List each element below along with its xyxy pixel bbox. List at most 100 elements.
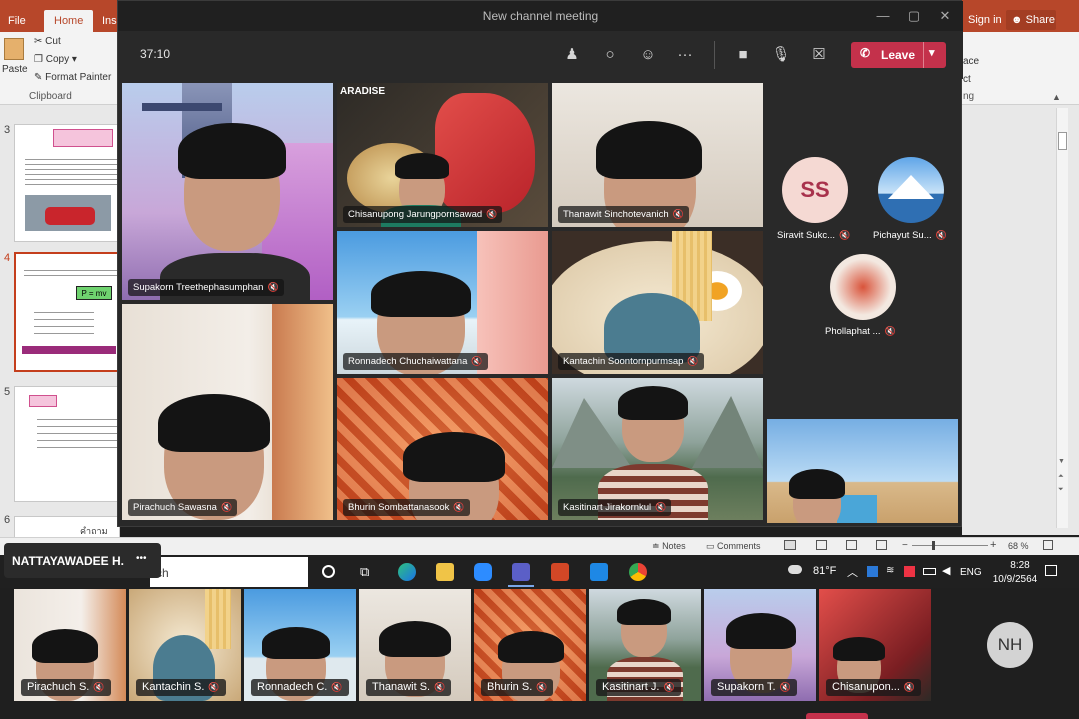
- participant-thumbnail[interactable]: Pirachuch S. 🔇: [14, 589, 126, 701]
- zoom-app-icon[interactable]: [474, 563, 492, 581]
- normal-view-icon[interactable]: [784, 540, 796, 550]
- whiteboard-app-icon[interactable]: [590, 563, 608, 581]
- video-tile[interactable]: Bhurin Sombattanasook 🔇: [337, 378, 548, 520]
- format-painter-button[interactable]: ✎ Format Painter: [34, 72, 111, 83]
- clock-time[interactable]: 8:28: [1000, 560, 1040, 571]
- minimize-icon[interactable]: —: [868, 1, 898, 31]
- tab-file[interactable]: File: [8, 10, 26, 32]
- avatar-photo[interactable]: [878, 157, 944, 223]
- self-avatar[interactable]: NH: [987, 622, 1033, 668]
- participant-thumbnail[interactable]: Bhurin S. 🔇: [474, 589, 586, 701]
- slide-thumbnail-5[interactable]: [14, 386, 120, 502]
- collapse-ribbon-icon[interactable]: ▲: [1052, 92, 1061, 102]
- zoom-in-icon[interactable]: +: [990, 539, 996, 551]
- antivirus-tray-icon[interactable]: [904, 566, 915, 577]
- participant-thumbnail[interactable]: Ronnadech C. 🔇: [244, 589, 356, 701]
- participant-name: Pirachuch S. 🔇: [21, 679, 111, 696]
- comments-button[interactable]: ▭ Comments: [706, 541, 761, 552]
- meeting-controls: [118, 31, 963, 79]
- cut-button[interactable]: ✂ Cut: [34, 36, 61, 47]
- ppt-status-bar: [0, 537, 1079, 555]
- taskbar-search-box[interactable]: ch: [150, 557, 308, 587]
- paste-icon[interactable]: [4, 38, 24, 60]
- chrome-icon[interactable]: [629, 563, 647, 581]
- reactions-icon[interactable]: ☺: [637, 45, 659, 65]
- zoom-level[interactable]: 68 %: [1008, 541, 1029, 551]
- avatar[interactable]: SS: [782, 157, 848, 223]
- slide-number: 3: [4, 124, 11, 136]
- task-view-icon[interactable]: ⧉: [360, 564, 369, 580]
- close-icon[interactable]: ✕: [930, 1, 960, 31]
- slide-sorter-icon[interactable]: [816, 540, 827, 550]
- cortana-icon[interactable]: [322, 565, 335, 578]
- video-tile[interactable]: Thanawit Sinchotevanich 🔇: [552, 83, 763, 227]
- slide-thumbnail-3[interactable]: [14, 124, 120, 242]
- language-indicator[interactable]: ENG: [960, 567, 982, 578]
- clock-date[interactable]: 10/9/2564: [990, 574, 1040, 585]
- participant-name: Kantachin Soontornpurmsap 🔇: [558, 353, 704, 370]
- video-tile[interactable]: Ronnadech Chuchaiwattana 🔇: [337, 231, 548, 374]
- participant-thumbnail[interactable]: Supakorn T. 🔇: [704, 589, 816, 701]
- mic-off-icon: 🔇: [471, 356, 483, 366]
- copy-button[interactable]: ❐ Copy ▾: [34, 54, 77, 65]
- zoom-out-icon[interactable]: −: [902, 540, 908, 551]
- volume-icon[interactable]: ◀: [942, 564, 950, 577]
- self-video-preview[interactable]: [767, 419, 958, 523]
- share-button[interactable]: ☻ Share: [1006, 10, 1056, 30]
- notes-button[interactable]: ≐ Notes: [652, 541, 686, 552]
- leave-button[interactable]: ✆ Leave ▾: [851, 42, 946, 68]
- tray-chevron-icon[interactable]: ︿: [847, 564, 858, 580]
- word-tray-icon[interactable]: [867, 566, 878, 577]
- zoom-slider-thumb[interactable]: [932, 541, 935, 550]
- share-screen-icon[interactable]: ☒: [808, 45, 830, 65]
- powerpoint-app-icon[interactable]: [551, 563, 569, 581]
- microphone-icon[interactable]: 🎙: [770, 45, 792, 65]
- ribbon-select-fragment[interactable]: ct: [963, 74, 971, 85]
- slide-number: 5: [4, 386, 11, 398]
- self-name-bar: NATTAYAWADEE H. •••: [4, 543, 161, 578]
- weather-temp[interactable]: 81°F: [813, 565, 836, 577]
- wifi-icon[interactable]: ≋: [886, 565, 894, 576]
- leave-button-edge[interactable]: [806, 713, 868, 719]
- participant-thumbnail[interactable]: Kantachin S. 🔇: [129, 589, 241, 701]
- vertical-scrollbar[interactable]: ▼ ⏶ ⏷: [1056, 108, 1068, 528]
- camera-icon[interactable]: ■: [732, 45, 754, 65]
- participants-icon[interactable]: ♟: [561, 45, 583, 65]
- notification-icon[interactable]: [1045, 565, 1057, 576]
- paste-label[interactable]: Paste: [2, 64, 28, 75]
- next-slide-icon[interactable]: ⏷: [1058, 486, 1064, 494]
- video-tile[interactable]: Supakorn Treethephasumphan 🔇: [122, 83, 333, 300]
- fit-slide-icon[interactable]: [1043, 540, 1053, 550]
- battery-icon[interactable]: [923, 568, 936, 575]
- participant-thumbnail[interactable]: Thanawit S. 🔇: [359, 589, 471, 701]
- sign-in-link[interactable]: Sign in: [968, 14, 1002, 26]
- prev-slide-icon[interactable]: ⏶: [1058, 473, 1064, 481]
- notes-fragment: คำถาม: [80, 526, 108, 536]
- edge-icon[interactable]: [398, 563, 416, 581]
- video-tile[interactable]: Kasitinart Jirakornkul 🔇: [552, 378, 763, 520]
- scrollbar-thumb[interactable]: [1058, 132, 1067, 150]
- mic-off-icon: 🔇: [884, 326, 896, 336]
- video-tile[interactable]: Kantachin Soontornpurmsap 🔇: [552, 231, 763, 374]
- more-options-icon[interactable]: •••: [136, 553, 147, 564]
- slideshow-icon[interactable]: [876, 540, 887, 550]
- zoom-slider[interactable]: [912, 545, 988, 546]
- equation-box: P = mv: [76, 286, 112, 300]
- scroll-down-icon[interactable]: ▼: [1058, 458, 1065, 465]
- teams-app-icon[interactable]: [512, 563, 530, 581]
- reading-view-icon[interactable]: [846, 540, 857, 550]
- video-tile[interactable]: Pirachuch Sawasna 🔇: [122, 304, 333, 520]
- chevron-down-icon[interactable]: ▾: [929, 46, 935, 59]
- participant-thumbnail[interactable]: Chisanupon... 🔇: [819, 589, 931, 701]
- file-explorer-icon[interactable]: [436, 563, 454, 581]
- slide-thumbnail-4-selected[interactable]: P = mv: [14, 252, 120, 372]
- participant-thumbnail[interactable]: Kasitinart J. 🔇: [589, 589, 701, 701]
- video-tile[interactable]: ARADISE Chisanupong Jarungpornsawad 🔇: [337, 83, 548, 227]
- tab-home[interactable]: Home: [44, 10, 94, 32]
- avatar-photo[interactable]: [830, 254, 896, 320]
- maximize-icon[interactable]: ▢: [899, 1, 929, 31]
- chat-icon[interactable]: ○: [599, 45, 621, 65]
- ribbon-replace-fragment[interactable]: ace: [963, 56, 979, 67]
- more-actions-icon[interactable]: ···: [674, 45, 696, 65]
- weather-icon[interactable]: [788, 565, 802, 574]
